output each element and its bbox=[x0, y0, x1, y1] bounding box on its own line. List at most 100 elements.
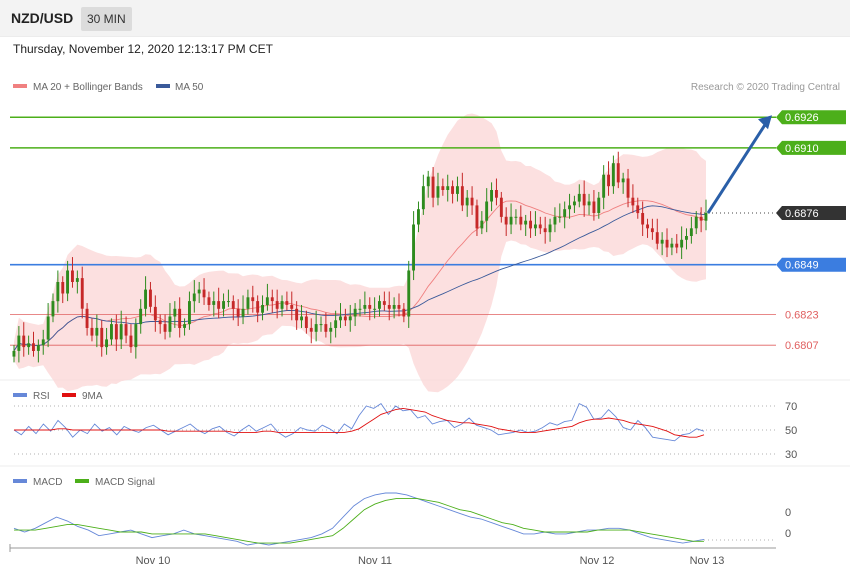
candle-body bbox=[509, 216, 513, 225]
candle-body bbox=[675, 243, 679, 248]
price-label-0.6926: 0.6926 bbox=[776, 110, 846, 125]
candle-body bbox=[534, 224, 537, 229]
candle-body bbox=[538, 224, 542, 229]
candle-body bbox=[168, 316, 172, 332]
level-label-text: 0.6849 bbox=[785, 260, 819, 272]
candle-body bbox=[607, 174, 610, 187]
candle-body bbox=[504, 216, 508, 225]
candle-body bbox=[587, 201, 591, 206]
level-label-text: 0.6876 bbox=[785, 208, 819, 220]
candle-body bbox=[460, 186, 464, 206]
candle-body bbox=[334, 320, 338, 328]
time-tick-label: Nov 10 bbox=[136, 555, 171, 567]
candle-body bbox=[611, 163, 615, 187]
candle-body bbox=[646, 224, 649, 229]
candle-body bbox=[636, 205, 640, 214]
macd-legend-swatch bbox=[13, 479, 27, 483]
candle-body bbox=[543, 228, 547, 233]
rsi-legend-label: RSI bbox=[33, 391, 50, 402]
candle-body bbox=[275, 301, 279, 309]
macd-tick-label: 0 bbox=[785, 528, 791, 540]
candle-body bbox=[343, 316, 347, 321]
price-label-0.6823: 0.6823 bbox=[785, 310, 819, 322]
candle-body bbox=[631, 197, 635, 206]
candle-body bbox=[309, 327, 313, 332]
candle-body bbox=[41, 339, 45, 346]
candle-body bbox=[173, 308, 177, 317]
candle-body bbox=[446, 186, 450, 190]
candle-body bbox=[553, 216, 557, 225]
candle-body bbox=[378, 301, 381, 309]
candle-body bbox=[650, 228, 654, 233]
candle-body bbox=[417, 209, 420, 225]
level-label-text: 0.6926 bbox=[785, 112, 819, 124]
candle-body bbox=[158, 320, 162, 325]
candle-body bbox=[17, 335, 21, 351]
candle-body bbox=[56, 282, 60, 302]
candle-body bbox=[183, 324, 186, 328]
candle bbox=[421, 174, 425, 215]
candle-body bbox=[397, 305, 401, 309]
candle-body bbox=[285, 301, 289, 305]
candle-body bbox=[670, 243, 674, 248]
candle-body bbox=[100, 327, 104, 348]
candle-body bbox=[265, 297, 269, 305]
candle bbox=[412, 211, 415, 281]
candle-body bbox=[144, 289, 147, 309]
candle-body bbox=[358, 308, 362, 310]
candle-body bbox=[66, 270, 69, 294]
price-label-0.6910: 0.6910 bbox=[776, 140, 846, 155]
candle-body bbox=[124, 324, 128, 336]
candle-body bbox=[699, 216, 703, 221]
candle-body bbox=[32, 343, 35, 351]
candle-body bbox=[519, 216, 523, 225]
candle-body bbox=[480, 220, 484, 229]
candle-body bbox=[436, 186, 440, 198]
candle-body bbox=[563, 209, 567, 217]
candle-body bbox=[475, 205, 479, 229]
rsi-ma-legend-swatch bbox=[62, 393, 76, 397]
time-tick-label: Nov 13 bbox=[690, 555, 725, 567]
rsi-tick-label: 70 bbox=[785, 401, 797, 413]
candle-body bbox=[680, 239, 684, 248]
candle-body bbox=[129, 335, 133, 348]
candle-body bbox=[324, 324, 328, 332]
candle-body bbox=[665, 239, 669, 248]
price-label-0.6876: 0.6876 bbox=[776, 206, 846, 221]
candle-body bbox=[236, 308, 240, 317]
ma20-legend-label: MA 20 + Bollinger Bands bbox=[33, 82, 143, 93]
candle-body bbox=[495, 190, 498, 198]
candle-body bbox=[348, 316, 352, 321]
candle-body bbox=[485, 201, 489, 221]
candle-body bbox=[110, 324, 113, 340]
candle-body bbox=[524, 220, 528, 225]
candle-body bbox=[368, 305, 372, 309]
candle-body bbox=[22, 335, 26, 348]
candle-body bbox=[231, 301, 235, 309]
candle-body bbox=[382, 301, 386, 305]
candle-body bbox=[95, 327, 99, 336]
candle-body bbox=[85, 308, 89, 328]
candle-body bbox=[641, 213, 645, 225]
candle-body bbox=[212, 301, 216, 305]
time-tick-label: Nov 11 bbox=[358, 555, 392, 567]
candle-body bbox=[163, 324, 167, 332]
candle-body bbox=[353, 308, 357, 317]
credit-label: Research © 2020 Trading Central bbox=[691, 82, 840, 93]
candle-body bbox=[441, 186, 445, 190]
price-label-0.6807: 0.6807 bbox=[785, 340, 819, 352]
candle-body bbox=[27, 343, 31, 348]
bollinger-band bbox=[14, 113, 706, 393]
candle-body bbox=[241, 308, 245, 317]
rsi-ma-line bbox=[14, 407, 705, 438]
macd-legend-label: MACD bbox=[33, 477, 62, 488]
candle-body bbox=[621, 178, 625, 183]
candle-body bbox=[470, 197, 474, 206]
candle-body bbox=[256, 301, 260, 313]
candle-body bbox=[304, 316, 308, 328]
macd-signal-line bbox=[14, 498, 704, 544]
macd-signal-legend-label: MACD Signal bbox=[95, 477, 155, 488]
candle-body bbox=[655, 232, 659, 244]
candle-body bbox=[314, 324, 318, 332]
candle-body bbox=[597, 197, 601, 213]
